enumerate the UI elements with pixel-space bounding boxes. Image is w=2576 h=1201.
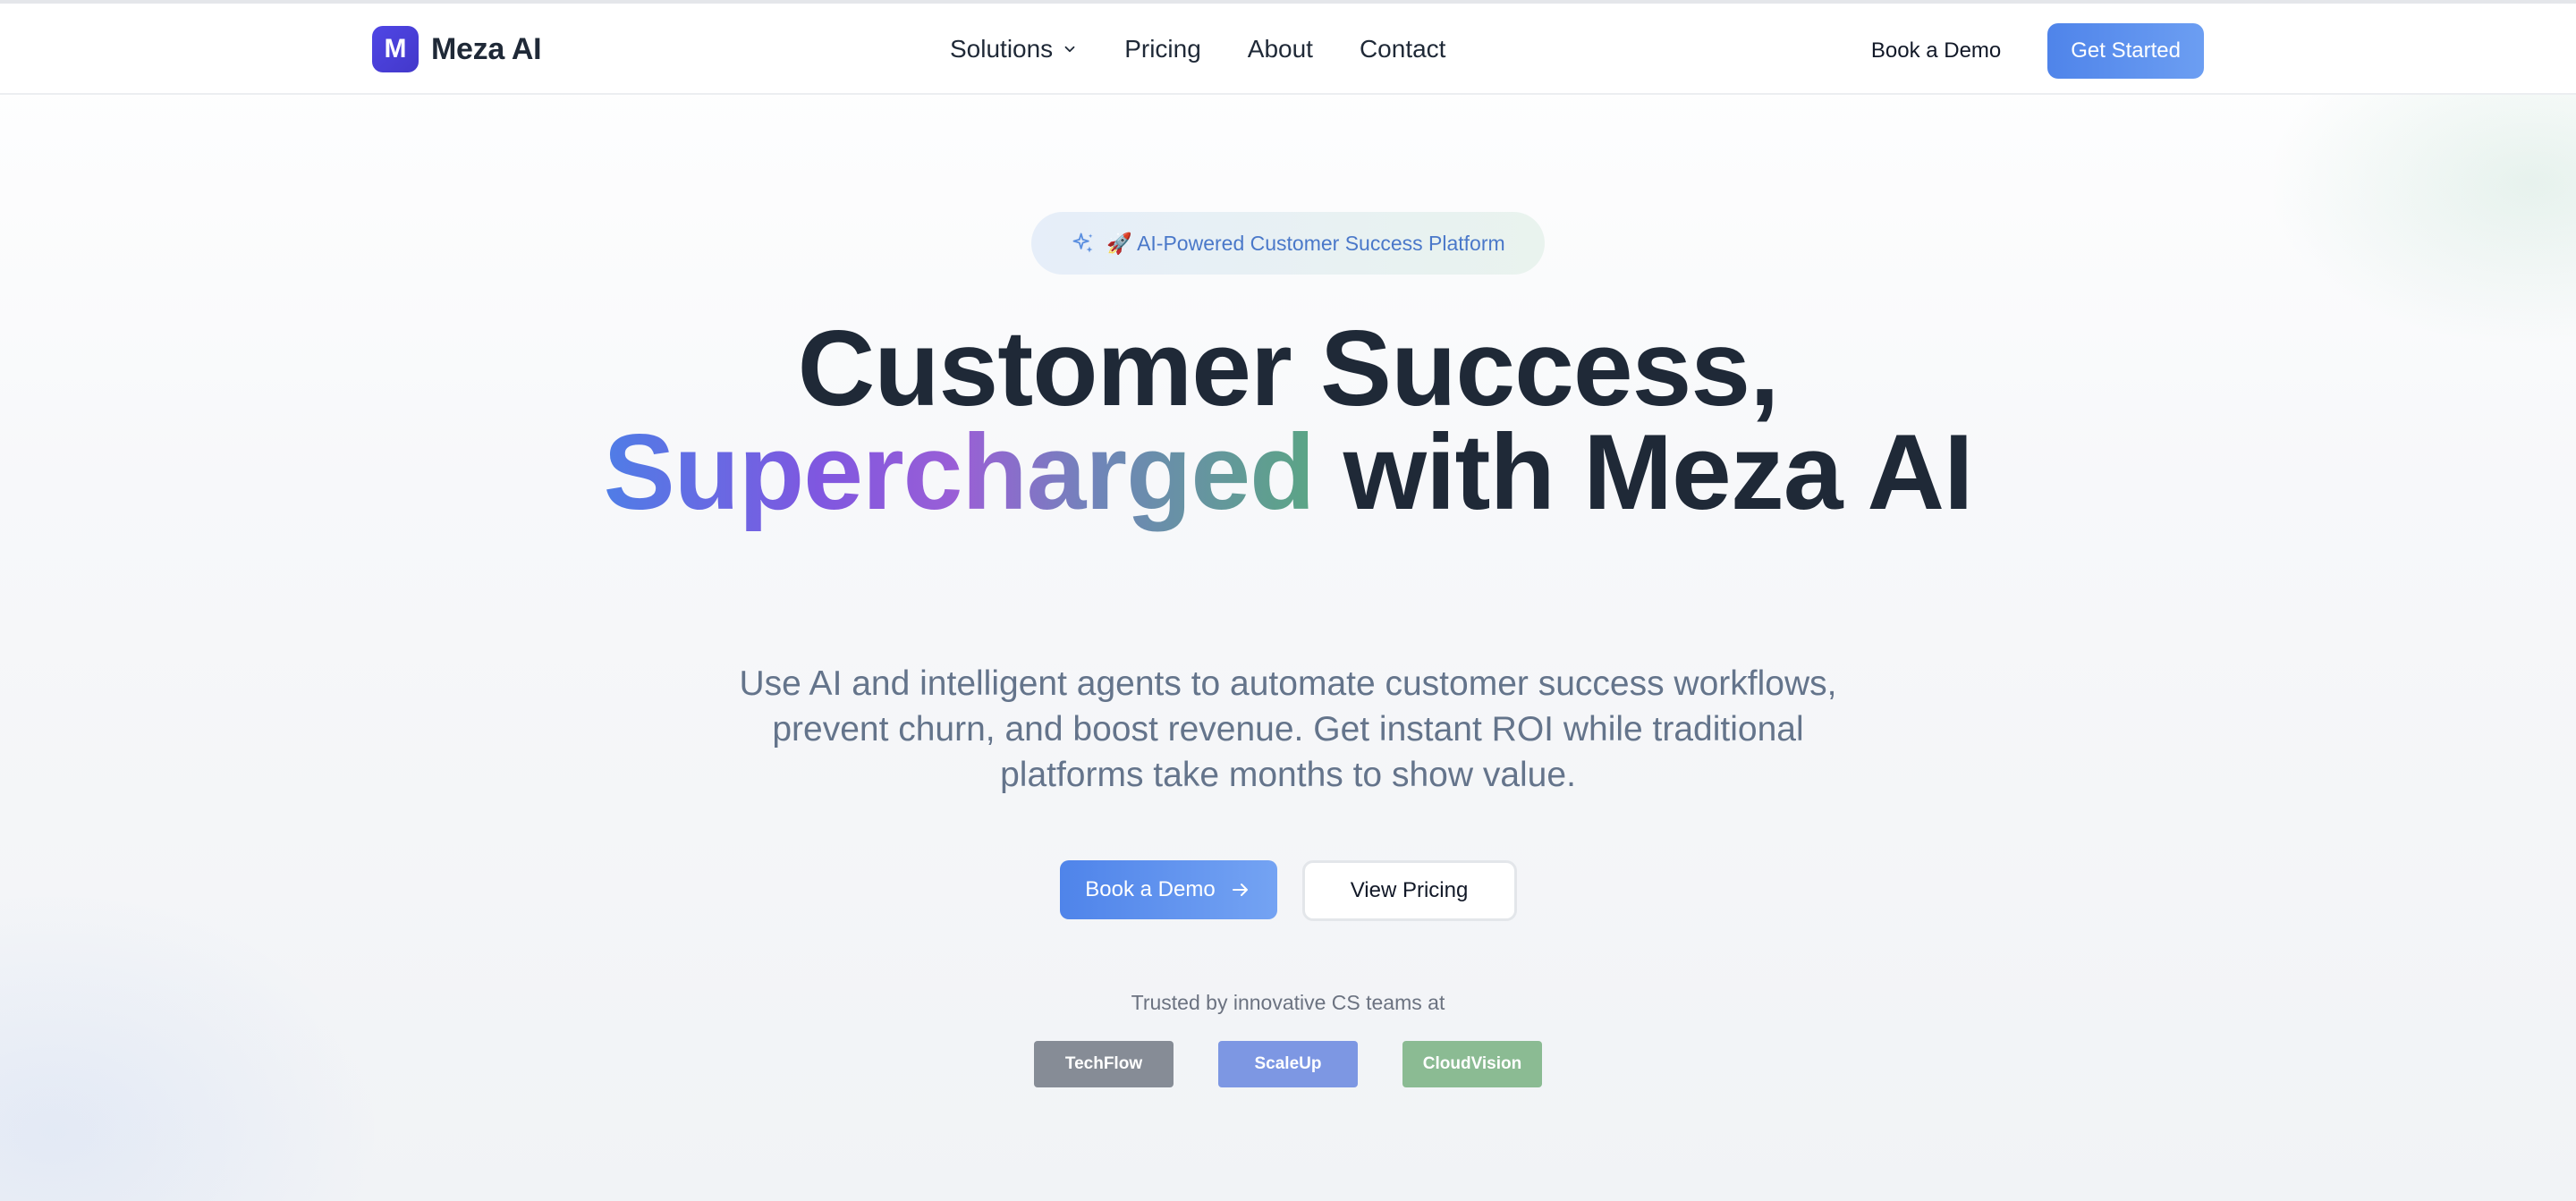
- customer-logos: TechFlow ScaleUp CloudVision: [0, 1041, 2576, 1087]
- headline-rest: with Meza AI: [1314, 412, 1974, 532]
- book-demo-label: Book a Demo: [1085, 877, 1216, 901]
- nav-links: Solutions Pricing About Contact: [950, 4, 1445, 95]
- nav-solutions-label: Solutions: [950, 35, 1054, 63]
- brand-logo[interactable]: M Meza AI: [372, 26, 542, 72]
- book-demo-button[interactable]: Book a Demo: [1059, 860, 1277, 919]
- brand-mark: M: [372, 26, 419, 72]
- customer-logo-scaleup: ScaleUp: [1218, 1041, 1358, 1087]
- page: M Meza AI Solutions Pricing About Contac…: [0, 0, 2576, 1201]
- nav-pricing[interactable]: Pricing: [1124, 35, 1201, 63]
- chevron-down-icon: [1064, 46, 1075, 53]
- nav-solutions[interactable]: Solutions: [950, 35, 1078, 63]
- hero-headline: Customer Success, Supercharged with Meza…: [572, 315, 2004, 526]
- customer-logo-techflow: TechFlow: [1034, 1041, 1174, 1087]
- trusted-by-text: Trusted by innovative CS teams at: [1131, 991, 1445, 1014]
- nav-book-demo-button[interactable]: Book a Demo: [1871, 38, 2001, 63]
- hero-subheadline: Use AI and intelligent agents to automat…: [739, 664, 1837, 794]
- nav-actions: Book a Demo Get Started: [1871, 23, 2204, 79]
- nav-pricing-label: Pricing: [1124, 35, 1201, 63]
- hero-cta-row: Book a Demo View Pricing: [0, 860, 2576, 921]
- nav-about[interactable]: About: [1248, 35, 1313, 63]
- headline-line1: Customer Success,: [797, 309, 1780, 428]
- hero-badge: 🚀 AI-Powered Customer Success Platform: [1031, 212, 1545, 275]
- view-pricing-button[interactable]: View Pricing: [1301, 860, 1517, 921]
- headline-gradient-word: Supercharged: [603, 412, 1316, 532]
- sparkle-icon: [1072, 233, 1093, 253]
- nav-contact[interactable]: Contact: [1360, 35, 1446, 63]
- nav-contact-label: Contact: [1359, 35, 1446, 63]
- nav-about-label: About: [1247, 35, 1313, 63]
- hero-badge-label: 🚀 AI-Powered Customer Success Platform: [1106, 231, 1505, 255]
- nav-get-started-button[interactable]: Get Started: [2047, 23, 2204, 79]
- arrow-right-icon: [1232, 884, 1248, 896]
- brand-name: Meza AI: [431, 31, 542, 66]
- top-nav: M Meza AI Solutions Pricing About Contac…: [0, 4, 2576, 95]
- customer-logo-cloudvision: CloudVision: [1402, 1041, 1542, 1087]
